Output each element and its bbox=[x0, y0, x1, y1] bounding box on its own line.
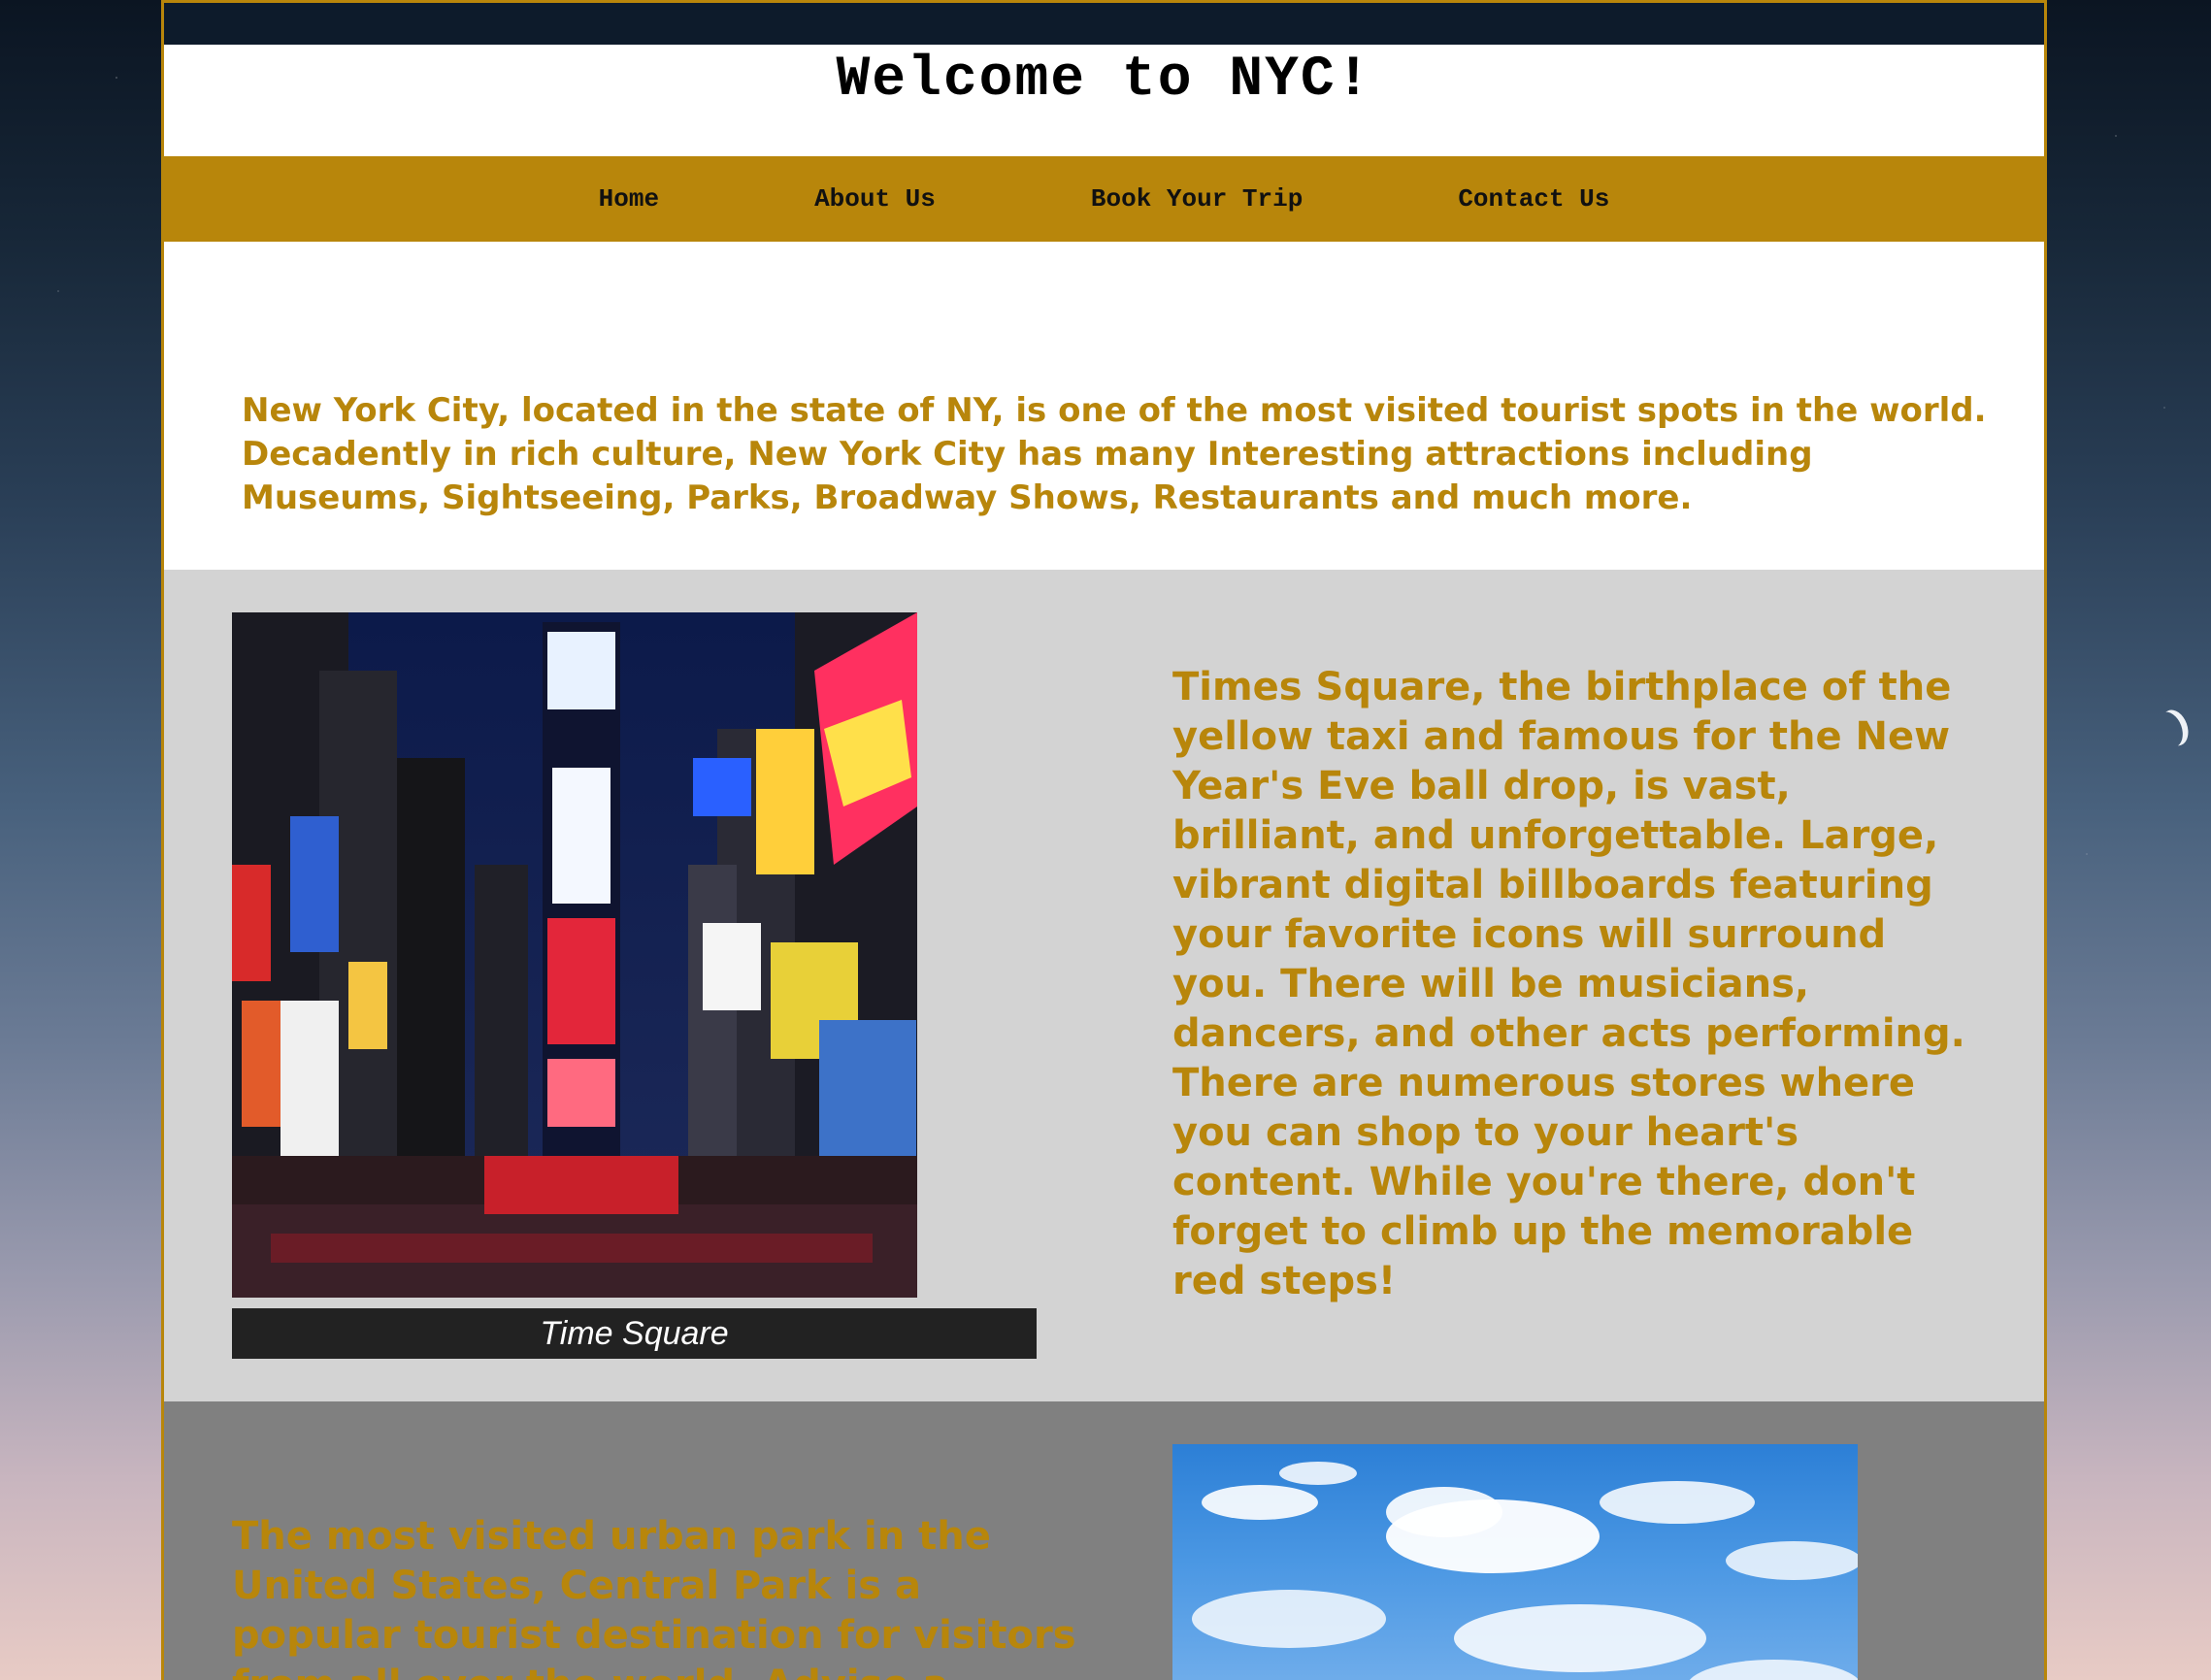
times-square-section: Time Square Times Square, the birthplace… bbox=[164, 570, 2044, 1401]
nav-contact-link[interactable]: Contact Us bbox=[1458, 184, 1609, 214]
central-park-photo bbox=[1172, 1444, 1858, 1680]
central-park-description: The most visited urban park in the Unite… bbox=[232, 1514, 1076, 1680]
nav-about-link[interactable]: About Us bbox=[814, 184, 936, 214]
main-nav: Home About Us Book Your Trip Contact Us bbox=[164, 156, 2044, 242]
page-title: Welcome to NYC! bbox=[836, 49, 1372, 112]
intro-section: New York City, located in the state of N… bbox=[164, 242, 2044, 570]
site-header: Welcome to NYC! bbox=[164, 45, 2044, 156]
moon-icon bbox=[2151, 708, 2187, 752]
nav-book-trip-link[interactable]: Book Your Trip bbox=[1091, 184, 1303, 214]
nav-home-link[interactable]: Home bbox=[599, 184, 659, 214]
times-square-caption: Time Square bbox=[232, 1308, 1037, 1359]
page-container: Welcome to NYC! Home About Us Book Your … bbox=[161, 0, 2047, 1680]
times-square-photo bbox=[232, 612, 917, 1298]
times-square-illustration bbox=[232, 612, 917, 1298]
sky-clouds-illustration bbox=[1192, 1462, 1858, 1680]
intro-text: New York City, located in the state of N… bbox=[242, 391, 1987, 517]
times-square-description: Times Square, the birthplace of the yell… bbox=[1172, 665, 1965, 1303]
central-park-section: The most visited urban park in the Unite… bbox=[164, 1401, 2044, 1680]
top-strip bbox=[164, 3, 2044, 45]
